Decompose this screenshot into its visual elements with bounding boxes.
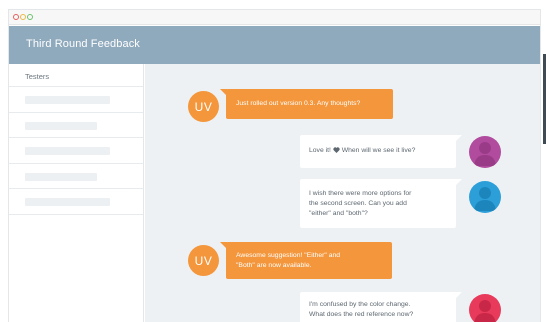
message-line: the second screen. Can you add xyxy=(309,199,407,207)
app-header: Third Round Feedback xyxy=(9,26,540,64)
message-bubble: I wish there were more options for the s… xyxy=(300,179,462,228)
testers-sidebar: Testers xyxy=(9,64,144,322)
tester-name-placeholder xyxy=(25,96,110,104)
tester-name-placeholder xyxy=(25,198,110,206)
avatar: UV xyxy=(188,91,219,122)
message-bubble: I'm confused by the color change. What d… xyxy=(300,292,462,322)
sidebar-item-tester[interactable] xyxy=(9,138,143,164)
message-text: Awesome suggestion! "Either" and "Both" … xyxy=(236,251,340,271)
message-bubble: Just rolled out version 0.3. Any thought… xyxy=(220,89,393,119)
user-silhouette-icon xyxy=(474,187,496,211)
tester-name-placeholder xyxy=(25,121,97,130)
sidebar-item-tester[interactable] xyxy=(9,87,143,113)
avatar: UV xyxy=(188,245,219,276)
user-silhouette-icon xyxy=(474,300,496,322)
app-window: Third Round Feedback Testers UV Just rol… xyxy=(8,9,541,322)
minimize-window-button[interactable] xyxy=(20,14,26,20)
user-silhouette-icon xyxy=(474,142,496,166)
message-text: I wish there were more options for the s… xyxy=(309,189,411,219)
message-line: I'm confused by the color change. xyxy=(309,301,411,308)
message-text-part: Love it! xyxy=(309,147,331,154)
page-title: Third Round Feedback xyxy=(26,38,140,50)
avatar xyxy=(469,181,501,213)
avatar xyxy=(469,294,501,322)
message-line: What does the red reference now? xyxy=(309,311,414,318)
window-titlebar xyxy=(9,10,540,25)
sidebar-item-tester[interactable] xyxy=(9,113,143,138)
tester-name-placeholder xyxy=(25,147,110,155)
sidebar-item-tester[interactable] xyxy=(9,164,143,189)
close-window-button[interactable] xyxy=(13,14,19,20)
message-line: "either" and "both"? xyxy=(309,209,368,217)
message-text: Just rolled out version 0.3. Any thought… xyxy=(236,100,361,107)
message-line: I wish there were more options for xyxy=(309,189,412,197)
chat-thread: UV Just rolled out version 0.3. Any thou… xyxy=(145,64,540,322)
heart-icon xyxy=(333,147,340,157)
sidebar-item-tester[interactable] xyxy=(9,189,143,215)
tester-name-placeholder xyxy=(25,172,97,181)
sidebar-header: Testers xyxy=(9,64,143,87)
maximize-window-button[interactable] xyxy=(27,14,33,20)
message-text: Love it! When will we see it live? xyxy=(309,146,415,157)
avatar xyxy=(469,136,501,168)
message-text-part: When will we see it live? xyxy=(341,147,416,154)
message-bubble: Awesome suggestion! "Either" and "Both" … xyxy=(220,242,392,279)
message-line: Awesome suggestion! "Either" and xyxy=(236,251,341,259)
message-text: I'm confused by the color change. What d… xyxy=(309,300,413,320)
message-line: "Both" are now available. xyxy=(236,261,312,269)
message-bubble: Love it! When will we see it live? xyxy=(300,135,462,168)
